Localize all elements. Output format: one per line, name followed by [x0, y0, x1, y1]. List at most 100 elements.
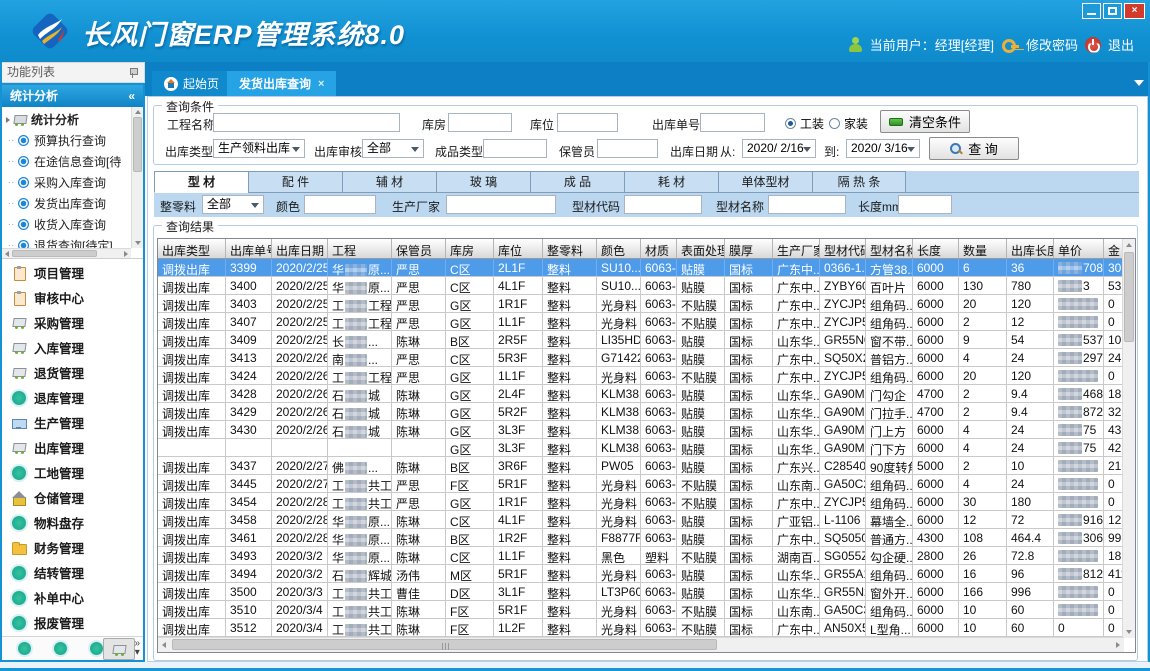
sidebar-module-结转管理[interactable]: 结转管理: [2, 560, 143, 585]
table-row[interactable]: 调拨出库34372020/2/27佛...陈琳B区3R6F整料PW056063-…: [158, 457, 1124, 475]
sidebar-module-入库管理[interactable]: 入库管理: [2, 335, 143, 360]
sidebar-module-项目管理[interactable]: 项目管理: [2, 260, 143, 285]
column-header-qty[interactable]: 数量: [959, 239, 1007, 258]
column-header-date[interactable]: 出库日期: [272, 239, 328, 258]
column-header-no[interactable]: 出库单号: [226, 239, 272, 258]
tree-item-预算执行查询[interactable]: ··预算执行查询: [4, 130, 130, 151]
table-row[interactable]: 调拨出库34092020/2/25长...陈琳B区2R5F整料LI35HD606…: [158, 331, 1124, 349]
minimize-button[interactable]: [1082, 3, 1101, 19]
tab-shipment-outbound-query[interactable]: 发货出库查询 ×: [227, 71, 336, 96]
radio-gongzhuang[interactable]: 工装: [785, 115, 824, 132]
close-button[interactable]: ×: [1124, 3, 1145, 19]
table-row[interactable]: 调拨出库34932020/3/2华原...陈琳C区1L1F整料黑色塑料不贴膜国标…: [158, 547, 1124, 565]
module-dot-icon[interactable]: [18, 642, 31, 655]
column-header-project[interactable]: 工程: [328, 239, 392, 258]
clear-conditions-button[interactable]: 清空条件: [880, 110, 970, 133]
maker-input[interactable]: [446, 195, 556, 214]
sidebar-module-补单中心[interactable]: 补单中心: [2, 585, 143, 610]
table-row[interactable]: G区3L3F整料KLM38176063-T5贴膜国标山东华...GA90M09.…: [158, 439, 1124, 457]
material-tab-成品[interactable]: 成 品: [530, 171, 624, 193]
keeper-input[interactable]: [597, 139, 658, 158]
tree-item-采购入库查询[interactable]: ··采购入库查询: [4, 172, 130, 193]
table-row[interactable]: 调拨出库34582020/2/28华原...陈琳C区4L1F整料光身料6063-…: [158, 511, 1124, 529]
tree-item-收货入库查询[interactable]: ··收货入库查询: [4, 214, 130, 235]
table-row[interactable]: 调拨出库34452020/2/27工共工程严思F区5R1F整料光身料6063-T…: [158, 475, 1124, 493]
module-dot-icon[interactable]: [54, 642, 67, 655]
table-row[interactable]: 调拨出库35102020/3/4工共工程陈琳F区5R1F整料光身料6063-T5…: [158, 601, 1124, 619]
column-header-material[interactable]: 材质: [641, 239, 677, 258]
pin-icon[interactable]: [128, 67, 138, 79]
whole-part-select[interactable]: 全部: [202, 195, 264, 214]
logout-link[interactable]: 退出: [1108, 35, 1134, 54]
tree-expander-icon[interactable]: [6, 117, 10, 123]
sidebar-module-报废管理[interactable]: 报废管理: [2, 610, 143, 635]
section-header-statistics[interactable]: 统计分析 «: [2, 85, 143, 107]
column-header-location[interactable]: 库位: [494, 239, 543, 258]
profile-name-input[interactable]: [768, 195, 846, 214]
sidebar-module-财务管理[interactable]: 财务管理: [2, 535, 143, 560]
tree-root-statistics[interactable]: 统计分析: [4, 109, 130, 130]
table-row[interactable]: 调拨出库34302020/2/26石城陈琳G区3L3F整料KLM38176063…: [158, 421, 1124, 439]
material-tab-隔热条[interactable]: 隔 热 条: [812, 171, 906, 193]
column-header-type[interactable]: 出库类型: [158, 239, 226, 258]
table-row[interactable]: 调拨出库35002020/3/3工共工程曹佳D区3L1F整料LT3P606063…: [158, 583, 1124, 601]
length-input[interactable]: [898, 195, 952, 214]
sidebar-module-仓储管理[interactable]: 仓储管理: [2, 485, 143, 510]
table-row[interactable]: 调拨出库34072020/2/25工工程严思G区1L1F整料光身料6063-T5…: [158, 313, 1124, 331]
date-from-select[interactable]: 2020/ 2/16: [742, 139, 816, 158]
sidebar-module-工地管理[interactable]: 工地管理: [2, 460, 143, 485]
table-row[interactable]: 调拨出库34032020/2/25工工程严思G区1R1F整料光身料6063-T5…: [158, 295, 1124, 313]
table-row[interactable]: 调拨出库34292020/2/26石城陈琳G区5R2F整料KLM38176063…: [158, 403, 1124, 421]
search-button[interactable]: 查 询: [929, 137, 1019, 160]
sidebar-module-物料盘存[interactable]: 物料盘存: [2, 510, 143, 535]
tree-vertical-scrollbar[interactable]: [131, 107, 143, 248]
sidebar-module-审核中心[interactable]: 审核中心: [2, 285, 143, 310]
sidebar-module-生产管理[interactable]: 生产管理: [2, 410, 143, 435]
column-header-outlen[interactable]: 出库长度: [1007, 239, 1054, 258]
sidebar-module-采购管理[interactable]: 采购管理: [2, 310, 143, 335]
tree-item-在途信息查询[待[interactable]: ··在途信息查询[待: [4, 151, 130, 172]
toolbar-overflow-button[interactable]: »▾: [134, 639, 140, 657]
table-row[interactable]: 调拨出库34542020/2/28工共工程严思G区1R1F整料光身料6063-T…: [158, 493, 1124, 511]
outbound-type-select[interactable]: 生产领料出库: [213, 139, 305, 158]
material-tab-配件[interactable]: 配 件: [248, 171, 342, 193]
table-row[interactable]: 调拨出库34132020/2/26南...严思C区5R3F整料G71422606…: [158, 349, 1124, 367]
material-tab-单体型材[interactable]: 单体型材: [718, 171, 812, 193]
table-row[interactable]: 调拨出库34942020/3/2石辉城汤伟M区5R1F整料光身料6063-T5贴…: [158, 565, 1124, 583]
column-header-keeper[interactable]: 保管员: [392, 239, 446, 258]
radio-jiazhuang[interactable]: 家装: [829, 115, 868, 132]
maximize-button[interactable]: [1103, 3, 1122, 19]
material-tab-耗材[interactable]: 耗 材: [624, 171, 718, 193]
audit-select[interactable]: 全部: [362, 139, 424, 158]
tabbar-dropdown-icon[interactable]: [1134, 80, 1144, 86]
sidebar-module-退库管理[interactable]: 退库管理: [2, 385, 143, 410]
tab-home[interactable]: 起始页: [152, 71, 231, 96]
column-header-whole[interactable]: 整零料: [543, 239, 597, 258]
sidebar-module-退货管理[interactable]: 退货管理: [2, 360, 143, 385]
sidebar-module-出库管理[interactable]: 出库管理: [2, 435, 143, 460]
table-row[interactable]: 调拨出库33992020/2/25华原...严思C区2L1F整料SU10...6…: [158, 259, 1124, 277]
table-row[interactable]: 调拨出库34282020/2/26石城陈琳G区2L4F整料KLM38176063…: [158, 385, 1124, 403]
column-header-surface[interactable]: 表面处理: [677, 239, 725, 258]
location-input[interactable]: [557, 113, 618, 132]
warehouse-input[interactable]: [448, 113, 512, 132]
column-header-code[interactable]: 型材代码: [820, 239, 866, 258]
table-row[interactable]: 调拨出库34612020/2/28华原...陈琳B区1R2F整料F8877FT6…: [158, 529, 1124, 547]
module-dot-icon[interactable]: [90, 642, 103, 655]
table-row[interactable]: 调拨出库34242020/2/26工工程严思G区1L1F整料光身料6063-T5…: [158, 367, 1124, 385]
column-header-length[interactable]: 长度: [913, 239, 959, 258]
material-tab-玻璃[interactable]: 玻 璃: [436, 171, 530, 193]
column-header-price[interactable]: 单价: [1054, 239, 1104, 258]
color-input[interactable]: [304, 195, 376, 214]
product-type-input[interactable]: [483, 139, 547, 158]
outbound-no-input[interactable]: [700, 113, 765, 132]
column-header-maker[interactable]: 生产厂家: [773, 239, 820, 258]
tree-item-发货出库查询[interactable]: ··发货出库查询: [4, 193, 130, 214]
tree-horizontal-scrollbar[interactable]: [2, 248, 131, 258]
column-header-warehouse[interactable]: 库房: [446, 239, 494, 258]
profile-code-input[interactable]: [624, 195, 702, 214]
change-password-link[interactable]: 修改密码: [1026, 35, 1078, 54]
tree-item-退货查询[待定][interactable]: ··退货查询[待定]: [4, 235, 130, 248]
cart-toolbar-button[interactable]: [103, 638, 135, 660]
column-header-color[interactable]: 颜色: [597, 239, 641, 258]
